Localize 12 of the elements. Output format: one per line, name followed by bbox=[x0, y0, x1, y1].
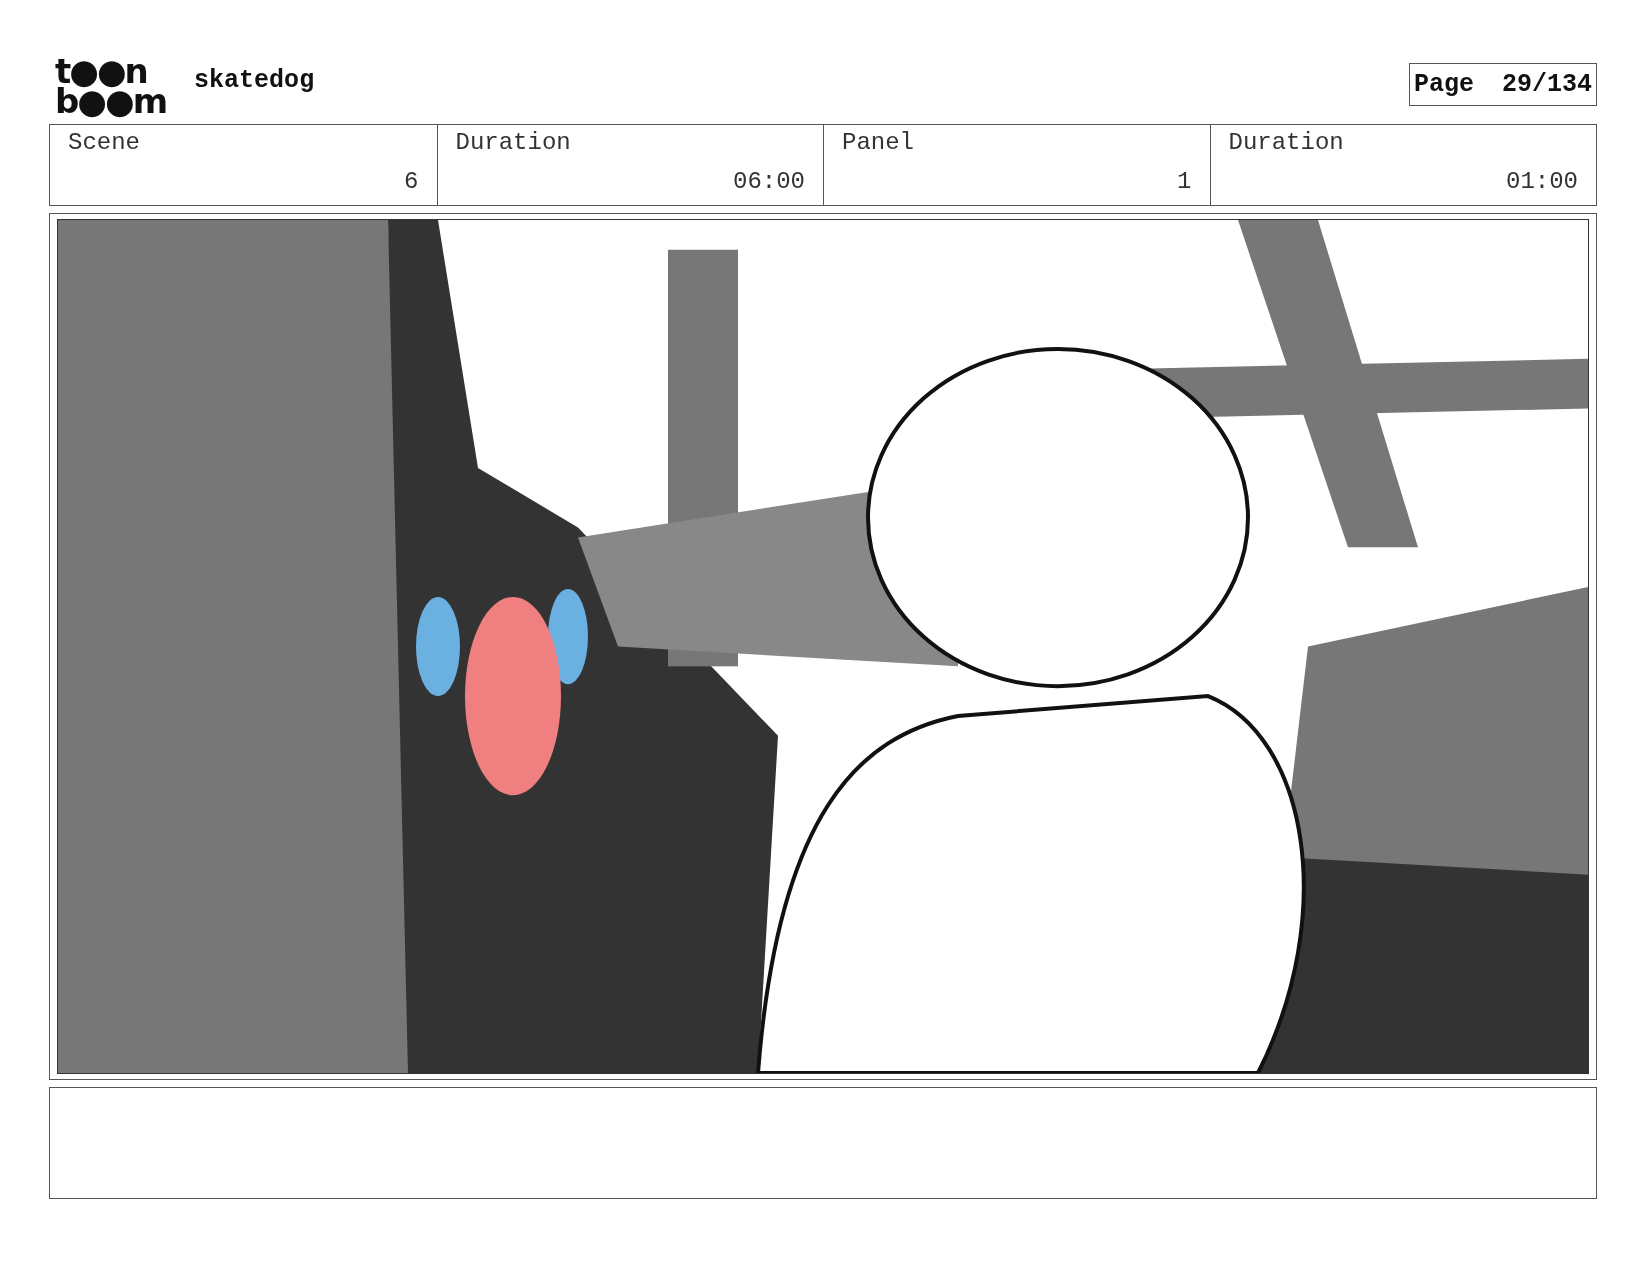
page-label: Page bbox=[1413, 70, 1474, 99]
logo: t●●n b●●m bbox=[55, 56, 167, 116]
field-label: Duration bbox=[1228, 129, 1345, 156]
page-number: 29/134 bbox=[1502, 70, 1592, 99]
field-value: 6 bbox=[404, 168, 419, 195]
field-value: 06:00 bbox=[733, 168, 805, 195]
project-title: skatedog bbox=[194, 65, 315, 95]
field-label: Panel bbox=[842, 129, 915, 156]
field-label: Scene bbox=[68, 129, 141, 156]
field-value: 1 bbox=[1177, 168, 1192, 195]
field-value: 01:00 bbox=[1506, 168, 1578, 195]
field-label: Duration bbox=[455, 129, 572, 156]
